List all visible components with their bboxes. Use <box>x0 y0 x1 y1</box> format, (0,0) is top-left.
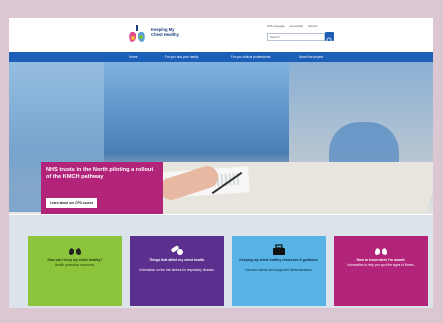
nav-about[interactable]: About the project <box>299 55 323 59</box>
search-button[interactable] <box>325 32 334 44</box>
card-resources[interactable]: Keeping my chest healthy resources & gui… <box>232 236 326 306</box>
card-description: Information on the risk factors for resp… <box>139 268 215 272</box>
card-title: Things that affect my chest health. <box>149 258 205 262</box>
hero-card: NHS trusts in the North piloting a rollo… <box>41 162 163 214</box>
cards-section: How can I keep my chest healthy? Health … <box>9 215 433 308</box>
nav-home[interactable]: Home <box>129 55 138 59</box>
card-when-unwell[interactable]: How to know when I'm unwell. Information… <box>334 236 428 306</box>
main-nav: Home For you and your family For you cli… <box>9 52 433 62</box>
lungs-logo-icon[interactable] <box>127 24 147 44</box>
top-link-language[interactable]: NHS Language <box>267 25 285 28</box>
logo-text[interactable]: Keeping My Chest Healthy <box>151 27 201 37</box>
card-title: Keeping my chest healthy resources & gui… <box>239 258 319 262</box>
cpd-course-button[interactable]: Learn about our CPD course <box>46 198 98 208</box>
lungs-icon <box>69 245 81 255</box>
search-icon <box>326 37 333 44</box>
carousel-dots <box>227 209 251 214</box>
toolbox-icon <box>273 244 285 255</box>
lungs-alert-icon <box>375 245 387 255</box>
hero-title: NHS trusts in the North piloting a rollo… <box>46 167 154 180</box>
top-links: NHS Language Accessibility Member <box>267 25 322 28</box>
hero-banner: NHS trusts in the North piloting a rollo… <box>9 62 433 214</box>
top-link-accessibility[interactable]: Accessibility <box>289 25 303 28</box>
site-header: Keeping My Chest Healthy NHS Language Ac… <box>9 18 433 50</box>
card-description: Health promotion resources. <box>54 263 96 267</box>
search-input[interactable]: Search <box>267 33 325 41</box>
pills-icon <box>171 245 183 255</box>
top-link-member[interactable]: Member <box>308 25 318 28</box>
card-title: How to know when I'm unwell. <box>356 258 406 262</box>
card-risk-factors[interactable]: Things that affect my chest health. Info… <box>130 236 224 306</box>
card-title: How can I keep my chest healthy? <box>47 258 103 262</box>
card-description: Includes videos and equipment demonstrat… <box>245 268 313 272</box>
card-description: Information to help you spot the signs o… <box>347 263 415 267</box>
nav-family[interactable]: For you and your family <box>165 55 198 59</box>
logo-line-2: Chest Healthy <box>151 32 179 37</box>
card-keep-healthy[interactable]: How can I keep my chest healthy? Health … <box>28 236 122 306</box>
browser-viewport: Keeping My Chest Healthy NHS Language Ac… <box>9 18 433 308</box>
nav-clinical[interactable]: For you clinical professional <box>231 55 270 59</box>
